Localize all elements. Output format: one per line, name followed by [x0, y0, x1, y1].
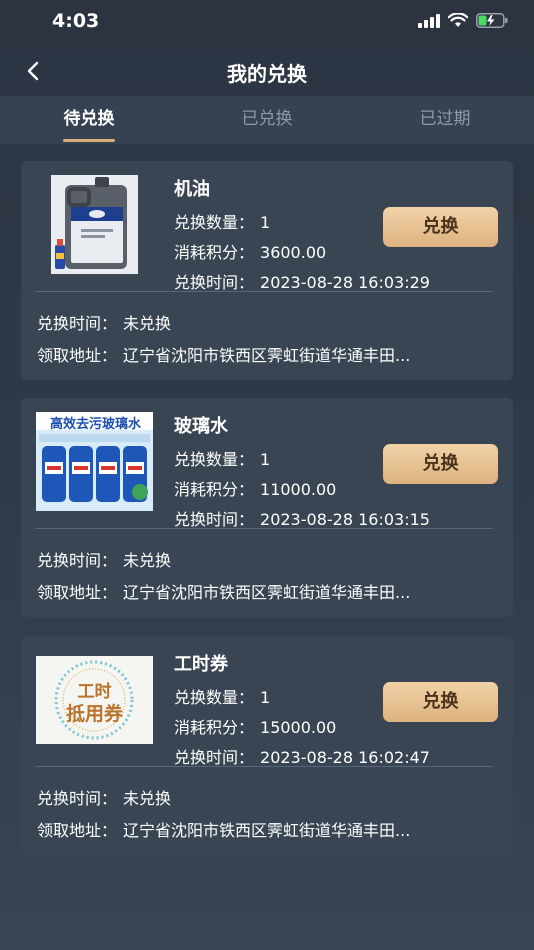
time-value: 2023-08-28 16:03:29	[260, 273, 430, 292]
quantity-value: 1	[260, 688, 271, 707]
time-value: 2023-08-28 16:03:15	[260, 510, 430, 529]
address-row: 领取地址： 辽宁省沈阳市铁西区霁虹街道华通丰田...	[37, 342, 410, 366]
redeem-button[interactable]: 兑换	[383, 207, 498, 247]
redeem-status-row: 兑换时间： 未兑换	[37, 785, 171, 809]
redeem-time-label: 兑换时间：	[37, 551, 118, 570]
redeem-status-row: 兑换时间： 未兑换	[37, 547, 171, 571]
redeem-status-value: 未兑换	[123, 314, 172, 333]
redeem-button[interactable]: 兑换	[383, 682, 498, 722]
exchange-card: 高效去污玻璃水 玻璃水 兑换数量： 1 消耗积分： 11000.00 兑换时间： 20…	[21, 398, 513, 617]
points-row: 消耗积分： 3600.00	[174, 239, 326, 263]
redeem-time-label: 兑换时间：	[37, 789, 118, 808]
product-name: 工时券	[174, 654, 228, 675]
product-name: 玻璃水	[174, 416, 228, 437]
quantity-value: 1	[260, 450, 271, 469]
redeem-status-row: 兑换时间： 未兑换	[37, 310, 171, 334]
address-value: 辽宁省沈阳市铁西区霁虹街道华通丰田...	[123, 821, 411, 840]
address-value: 辽宁省沈阳市铁西区霁虹街道华通丰田...	[123, 346, 411, 365]
quantity-label: 兑换数量：	[174, 213, 255, 232]
status-icons	[418, 13, 508, 28]
engine-oil-image	[51, 175, 138, 274]
address-row: 领取地址： 辽宁省沈阳市铁西区霁虹街道华通丰田...	[37, 817, 410, 841]
tab-redeemed[interactable]: 已兑换	[178, 96, 356, 144]
battery-charging-icon	[476, 13, 508, 28]
redeem-status-value: 未兑换	[123, 551, 172, 570]
redeem-status-value: 未兑换	[123, 789, 172, 808]
points-label: 消耗积分：	[174, 718, 255, 737]
labor-voucher-image: 工时 抵用券	[36, 656, 153, 744]
time-label: 兑换时间：	[174, 510, 255, 529]
quantity-row: 兑换数量： 1	[174, 446, 270, 470]
exchange-card: 工时 抵用券 工时券 兑换数量： 1 消耗积分： 15000.00 兑换时间： 202…	[21, 636, 513, 855]
time-label: 兑换时间：	[174, 273, 255, 292]
tab-label: 已过期	[419, 109, 471, 129]
redeem-time-label: 兑换时间：	[37, 314, 118, 333]
address-value: 辽宁省沈阳市铁西区霁虹街道华通丰田...	[123, 583, 411, 602]
divider	[35, 528, 493, 529]
status-time: 4:03	[52, 10, 100, 32]
active-tab-indicator	[63, 139, 115, 142]
tab-bar: 待兑换 已兑换 已过期	[0, 96, 534, 144]
redeem-button[interactable]: 兑换	[383, 444, 498, 484]
points-label: 消耗积分：	[174, 243, 255, 262]
time-row: 兑换时间： 2023-08-28 16:02:47	[174, 744, 430, 768]
address-row: 领取地址： 辽宁省沈阳市铁西区霁虹街道华通丰田...	[37, 579, 410, 603]
tab-label: 已兑换	[241, 109, 293, 129]
image-banner-text: 高效去污玻璃水	[50, 417, 142, 432]
signal-icon	[418, 13, 440, 28]
quantity-label: 兑换数量：	[174, 688, 255, 707]
points-value: 11000.00	[260, 480, 337, 499]
time-row: 兑换时间： 2023-08-28 16:03:15	[174, 506, 430, 530]
quantity-row: 兑换数量： 1	[174, 209, 270, 233]
quantity-value: 1	[260, 213, 271, 232]
voucher-text-2: 抵用券	[65, 703, 123, 725]
points-value: 3600.00	[260, 243, 327, 262]
nav-bar: 我的兑换	[0, 44, 534, 96]
address-label: 领取地址：	[37, 821, 118, 840]
divider	[35, 291, 493, 292]
points-label: 消耗积分：	[174, 480, 255, 499]
points-row: 消耗积分： 11000.00	[174, 476, 336, 500]
time-label: 兑换时间：	[174, 748, 255, 767]
page-title: 我的兑换	[227, 62, 307, 86]
washer-fluid-image: 高效去污玻璃水	[36, 412, 153, 511]
time-value: 2023-08-28 16:02:47	[260, 748, 430, 767]
tab-pending[interactable]: 待兑换	[0, 96, 178, 144]
address-label: 领取地址：	[37, 346, 118, 365]
tab-expired[interactable]: 已过期	[356, 96, 534, 144]
product-name: 机油	[174, 179, 210, 200]
points-row: 消耗积分： 15000.00	[174, 714, 336, 738]
points-value: 15000.00	[260, 718, 337, 737]
time-row: 兑换时间： 2023-08-28 16:03:29	[174, 269, 430, 293]
address-label: 领取地址：	[37, 583, 118, 602]
status-bar: 4:03	[0, 0, 534, 44]
exchange-card: 机油 兑换数量： 1 消耗积分： 3600.00 兑换时间： 2023-08-28 1…	[21, 161, 513, 380]
divider	[35, 766, 493, 767]
quantity-row: 兑换数量： 1	[174, 684, 270, 708]
wifi-icon	[448, 13, 468, 27]
tab-label: 待兑换	[63, 109, 115, 129]
quantity-label: 兑换数量：	[174, 450, 255, 469]
